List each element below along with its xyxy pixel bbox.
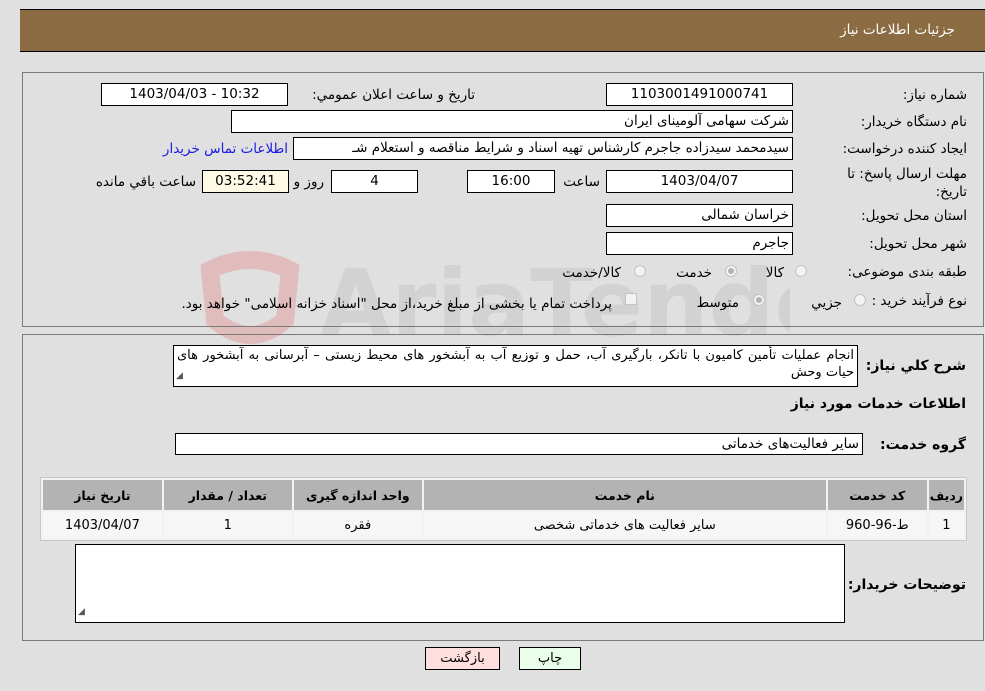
- category-option-goods: کالا: [765, 265, 784, 281]
- description-text: انجام عملیات تأمین کامیون با تانکر، بارگ…: [177, 348, 854, 380]
- description-textarea[interactable]: انجام عملیات تأمین کامیون با تانکر، بارگ…: [173, 345, 858, 387]
- process-radio-medium[interactable]: [753, 294, 765, 306]
- cell-need-date: 1403/04/07: [43, 512, 162, 538]
- col-row-number: ردیف: [928, 480, 964, 510]
- creator-label: ایجاد کننده درخواست:: [842, 141, 967, 157]
- cell-service-name: سایر فعالیت های خدماتی شخصی: [423, 512, 826, 538]
- process-type-label: نوع فرآیند خرید :: [871, 293, 967, 309]
- col-quantity: تعداد / مقدار: [163, 480, 292, 510]
- cell-service-code: ط-96-960: [827, 512, 927, 538]
- cell-quantity: 1: [163, 512, 292, 538]
- resize-grip-icon[interactable]: ◢: [176, 368, 183, 385]
- services-table: ردیف کد خدمت نام خدمت واحد اندازه گیری ت…: [40, 477, 967, 541]
- creator-field: سیدمحمد سیدزاده جاجرم کارشناس تهیه اسناد…: [293, 137, 793, 160]
- table-row: 1 ط-96-960 سایر فعالیت های خدماتی شخصی ف…: [43, 512, 964, 538]
- page-header: جزئیات اطلاعات نیاز: [20, 9, 985, 52]
- province-label: استان محل تحویل:: [861, 208, 967, 224]
- announce-date-label: تاریخ و ساعت اعلان عمومي:: [312, 87, 475, 103]
- announce-date-field: 1403/04/03 - 10:32: [101, 83, 288, 106]
- days-remaining-field: 4: [331, 170, 418, 193]
- deadline-label: مهلت ارسال پاسخ: تا تاریخ:: [847, 166, 967, 200]
- deadline-time-field: 16:00: [467, 170, 555, 193]
- col-need-date: تاریخ نیاز: [43, 480, 162, 510]
- col-service-code: کد خدمت: [827, 480, 927, 510]
- buyer-contact-link[interactable]: اطلاعات تماس خریدار: [163, 141, 288, 157]
- process-option-medium: متوسط: [696, 295, 739, 311]
- print-button[interactable]: چاپ: [519, 647, 581, 670]
- table-header-row: ردیف کد خدمت نام خدمت واحد اندازه گیری ت…: [43, 480, 964, 510]
- category-option-goods-service: کالا/خدمت: [562, 265, 621, 281]
- process-option-minor: جزيي: [811, 295, 842, 311]
- treasury-checkbox-label: پرداخت تمام یا بخشی از مبلغ خرید،از محل …: [181, 296, 612, 312]
- services-section-title: اطلاعات خدمات مورد نیاز: [790, 396, 966, 412]
- cell-row-number: 1: [928, 512, 964, 538]
- buyer-org-field: شرکت سهامی آلومینای ایران: [231, 110, 793, 133]
- description-label: شرح کلي نیاز:: [865, 358, 966, 374]
- buyer-notes-label: توضیحات خریدار:: [847, 577, 966, 593]
- category-radio-service[interactable]: [725, 265, 737, 277]
- days-label: روز و: [293, 174, 324, 190]
- category-option-service: خدمت: [676, 265, 712, 281]
- deadline-time-label: ساعت: [563, 174, 600, 190]
- back-button[interactable]: بازگشت: [425, 647, 500, 670]
- need-number-label: شماره نیاز:: [902, 87, 967, 103]
- col-service-name: نام خدمت: [423, 480, 826, 510]
- deadline-date-field: 1403/04/07: [606, 170, 793, 193]
- page-title: جزئیات اطلاعات نیاز: [840, 22, 955, 38]
- cell-unit: فقره: [293, 512, 422, 538]
- col-unit: واحد اندازه گیری: [293, 480, 422, 510]
- process-radio-minor[interactable]: [854, 294, 866, 306]
- province-field: خراسان شمالی: [606, 204, 793, 227]
- need-number-field: 1103001491000741: [606, 83, 793, 106]
- category-radio-goods-service[interactable]: [634, 265, 646, 277]
- buyer-org-label: نام دستگاه خریدار:: [860, 114, 967, 130]
- category-radio-goods[interactable]: [795, 265, 807, 277]
- remaining-time-field: 03:52:41: [202, 170, 289, 193]
- city-label: شهر محل تحویل:: [869, 236, 967, 252]
- service-group-field: سایر فعالیت‌های خدماتی: [175, 433, 863, 455]
- service-group-label: گروه خدمت:: [880, 437, 966, 453]
- city-field: جاجرم: [606, 232, 793, 255]
- buyer-notes-textarea[interactable]: ◢: [75, 544, 845, 623]
- remaining-time-label: ساعت باقي مانده: [95, 174, 196, 190]
- resize-grip-icon[interactable]: ◢: [78, 604, 85, 621]
- treasury-checkbox[interactable]: [625, 293, 637, 305]
- category-label: طبقه بندی موضوعی:: [847, 264, 967, 280]
